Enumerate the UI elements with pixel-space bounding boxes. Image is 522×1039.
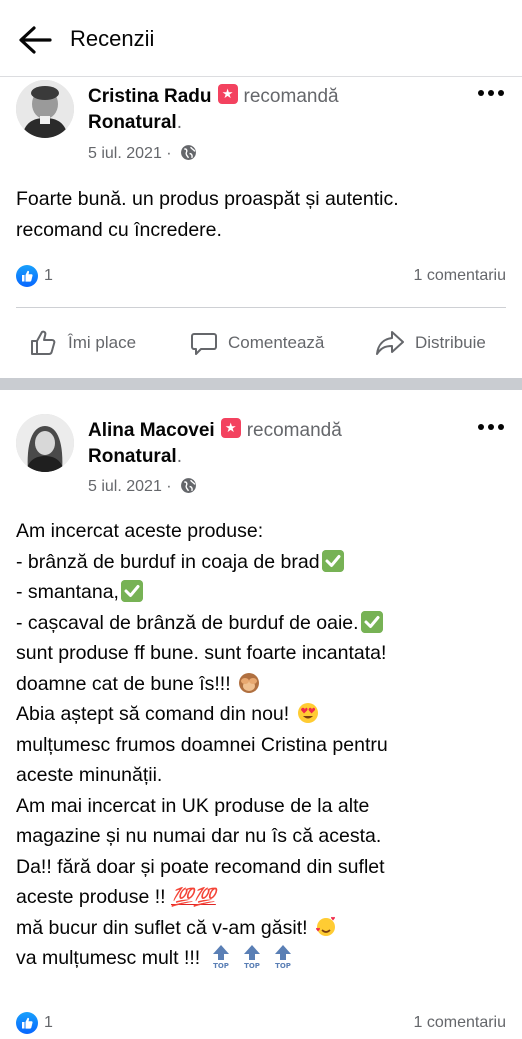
text-line: Da!! fără doar și poate recomand din suf… [16,855,385,878]
thumbs-up-icon [31,330,56,355]
post-stats: 1 1 comentariu [16,265,506,287]
page-name-line: Ronatural. [88,112,182,133]
text-line: - brânză de burduf in coaja de brad [16,550,320,573]
see-no-evil-monkey-icon [239,672,260,693]
text-line: - cașcaval de brânză de burduf de oaie. [16,611,359,634]
comment-count[interactable]: 1 comentariu [414,267,507,285]
text-line: sunt produse ff bune. sunt foarte incant… [16,642,387,664]
page-name[interactable]: Ronatural [88,446,177,467]
smiling-face-with-hearts-icon [315,916,335,936]
like-label: Îmi place [68,333,137,352]
more-options-icon[interactable] [476,86,506,100]
arrow-left-icon[interactable] [16,24,52,56]
post-date[interactable]: 5 iul. 2021 [88,478,162,495]
page-title: Recenzii [70,26,155,51]
page-name[interactable]: Ronatural [88,112,177,133]
text-line: doamne cat de bune îs!!! [16,672,231,695]
text-line: magazine și nu numai dar nu îs că acesta… [16,825,382,847]
globe-icon [181,478,196,493]
text-line: aceste minunății. [16,764,163,786]
recommends-label: recomandă [246,420,342,441]
globe-icon [181,145,196,160]
recommend-badge-icon: ★ [220,418,241,438]
share-icon [376,331,404,355]
post-meta: 5 iul. 2021 · [88,477,197,496]
post-actions: Îmi place Comentează Distribuie [0,323,522,363]
review-post: Alina Macovei ★ recomandă Ronatural. 5 iul… [0,390,522,1034]
avatar[interactable] [16,414,74,472]
text-line: Am mai incercat in UK produse de la alte [16,794,370,817]
post-date[interactable]: 5 iul. 2021 [88,145,162,162]
more-options-icon[interactable] [476,420,506,434]
text-line: Abia aștept să comand din nou! [16,703,290,725]
post-text: Am incercat aceste produse: - brânză de … [16,516,508,974]
svg-text:TOP: TOP [276,962,292,970]
top-arrow-icon: TOP [212,945,229,970]
author-name[interactable]: Cristina Radu [88,86,212,107]
svg-text:TOP: TOP [244,962,260,970]
text-line: recomand cu încredere. [16,218,222,241]
hundred-points-icon: 💯💯 [171,887,216,907]
heart-eyes-icon [297,703,318,723]
comment-icon [191,333,217,355]
author-line: Cristina Radu ★ recomandă [88,84,339,108]
text-line: va mulțumesc mult !!! [16,947,201,969]
comment-label: Comentează [228,333,325,352]
comment-count[interactable]: 1 comentariu [414,1014,507,1032]
check-mark-icon [321,549,344,572]
comment-button[interactable]: Comentează [190,323,324,363]
top-bar: Recenzii [0,0,522,77]
review-post: Cristina Radu ★ recomandă Ronatural. 5 iul… [0,77,522,378]
like-reaction-icon[interactable] [16,265,38,287]
author-name[interactable]: Alina Macovei [88,420,215,441]
post-separator [0,378,522,390]
recommend-badge-icon: ★ [217,84,238,104]
svg-text:TOP: TOP [213,962,229,970]
top-arrow-icon: TOP [275,945,292,970]
avatar[interactable] [16,80,74,138]
like-count[interactable]: 1 [44,1014,53,1031]
text-line: mă bucur din suflet că v-am găsit! [16,916,308,939]
text-line: mulțumesc frumos doamnei Cristina pentru [16,733,388,756]
page-name-line: Ronatural. [88,446,182,467]
like-reaction-icon[interactable] [16,1012,38,1034]
post-text: Foarte bună. un produs proaspăt și auten… [16,184,508,245]
text-line: Foarte bună. un produs proaspăt și auten… [16,188,399,210]
like-count[interactable]: 1 [44,267,53,284]
author-line: Alina Macovei ★ recomandă [88,418,342,442]
share-button[interactable]: Distribuie [375,323,486,363]
recommends-label: recomandă [243,86,339,107]
like-button[interactable]: Îmi place [28,323,136,363]
share-label: Distribuie [415,333,486,352]
post-stats: 1 1 comentariu [16,1012,506,1034]
text-line: aceste produse !! [16,886,166,908]
top-arrow-icon: TOP [244,945,261,970]
text-line: Am incercat aceste produse: [16,520,264,542]
post-meta: 5 iul. 2021 · [88,144,197,163]
check-mark-icon [360,610,383,633]
text-line: - smantana, [16,581,119,603]
divider [16,307,506,308]
check-mark-icon [120,580,143,602]
